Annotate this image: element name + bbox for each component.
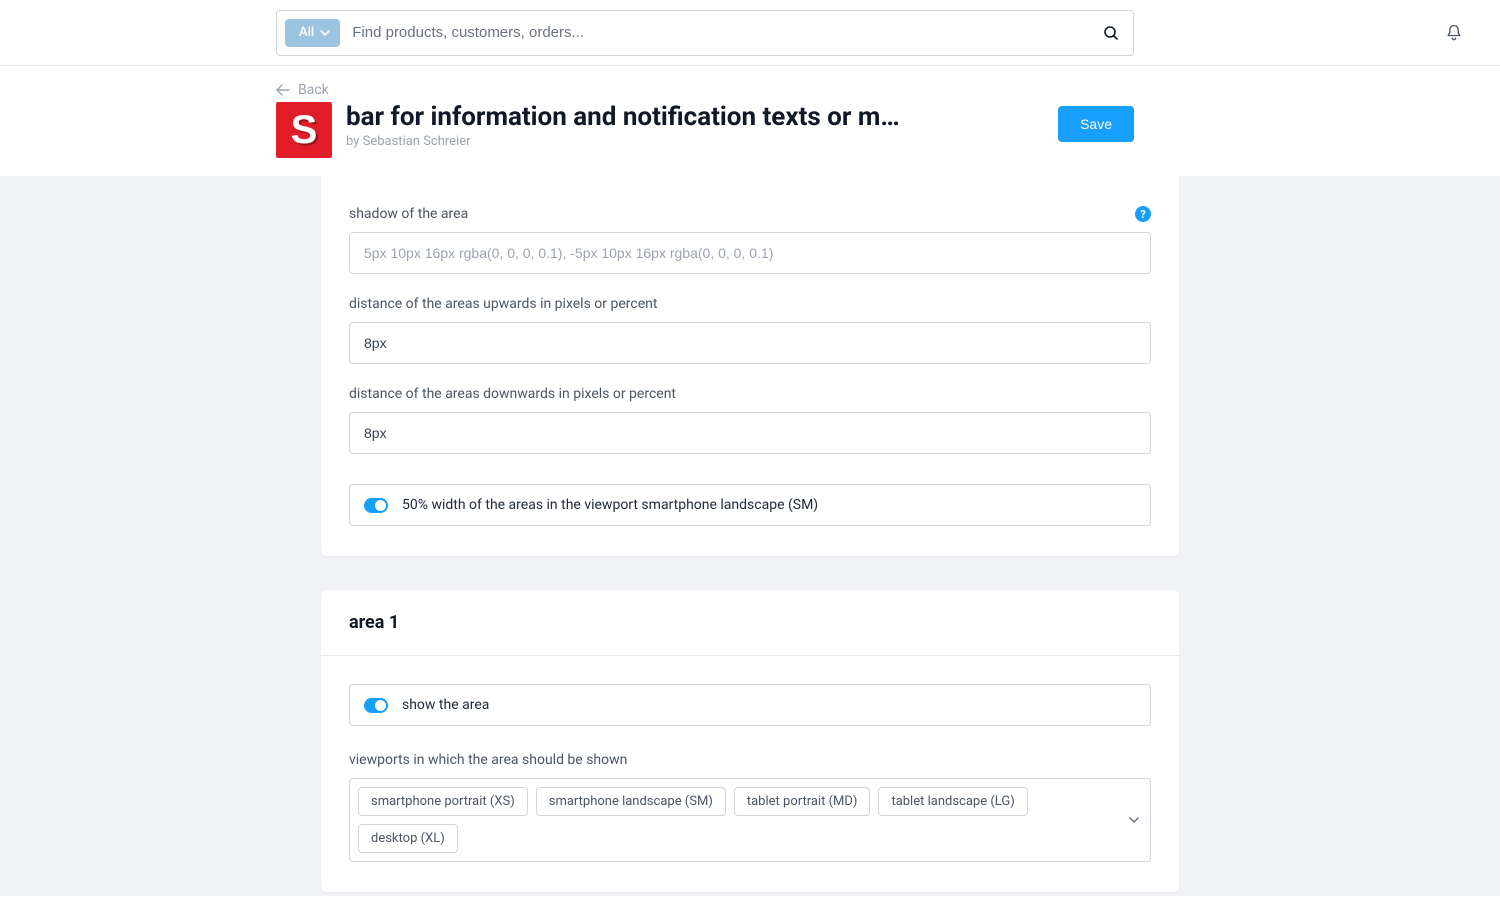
back-link[interactable]: Back (276, 82, 329, 98)
content-area: shadow of the area ? distance of the are… (0, 176, 1500, 896)
topbar: All (0, 0, 1500, 66)
viewport-tag[interactable]: tablet landscape (LG) (878, 787, 1027, 816)
field-label-viewports: viewports in which the area should be sh… (349, 752, 1151, 768)
field-label-shadow: shadow of the area ? (349, 206, 1151, 222)
viewport-tag[interactable]: desktop (XL) (358, 824, 458, 853)
notifications-button[interactable] (1444, 23, 1476, 43)
app-icon: S (276, 102, 332, 158)
input-shadow[interactable] (349, 232, 1151, 274)
global-search[interactable]: All (276, 10, 1134, 56)
search-filter-pill[interactable]: All (285, 19, 340, 47)
chevron-down-icon (1128, 814, 1140, 826)
viewport-tag[interactable]: smartphone landscape (SM) (536, 787, 726, 816)
save-button[interactable]: Save (1058, 106, 1134, 142)
back-label: Back (298, 82, 329, 98)
search-filter-label: All (299, 25, 314, 40)
card-title: area 1 (321, 590, 1179, 656)
toggle-50-width[interactable]: 50% width of the areas in the viewport s… (349, 484, 1151, 526)
chevron-down-icon (320, 28, 330, 38)
viewports-multiselect[interactable]: smartphone portrait (XS) smartphone land… (349, 778, 1151, 862)
help-icon[interactable]: ? (1135, 206, 1151, 222)
page-title: bar for information and notification tex… (346, 102, 1044, 132)
card-area-1: area 1 show the area viewports in which … (321, 590, 1179, 892)
input-dist-up[interactable] (349, 322, 1151, 364)
arrow-left-icon (276, 84, 290, 96)
field-label-dist-down: distance of the areas downwards in pixel… (349, 386, 1151, 402)
viewport-tag[interactable]: smartphone portrait (XS) (358, 787, 528, 816)
byline: by Sebastian Schreier (346, 134, 1044, 149)
input-dist-down[interactable] (349, 412, 1151, 454)
toggle-show-area[interactable]: show the area (349, 684, 1151, 726)
search-icon[interactable] (1099, 21, 1123, 45)
viewport-tag[interactable]: tablet portrait (MD) (734, 787, 871, 816)
toggle-switch-icon (364, 498, 388, 513)
field-label-dist-up: distance of the areas upwards in pixels … (349, 296, 1151, 312)
bell-icon (1444, 23, 1464, 43)
card-general: shadow of the area ? distance of the are… (321, 176, 1179, 556)
search-input[interactable] (352, 24, 1087, 41)
toggle-label: 50% width of the areas in the viewport s… (402, 497, 818, 513)
toggle-switch-icon (364, 698, 388, 713)
toggle-label: show the area (402, 697, 489, 713)
